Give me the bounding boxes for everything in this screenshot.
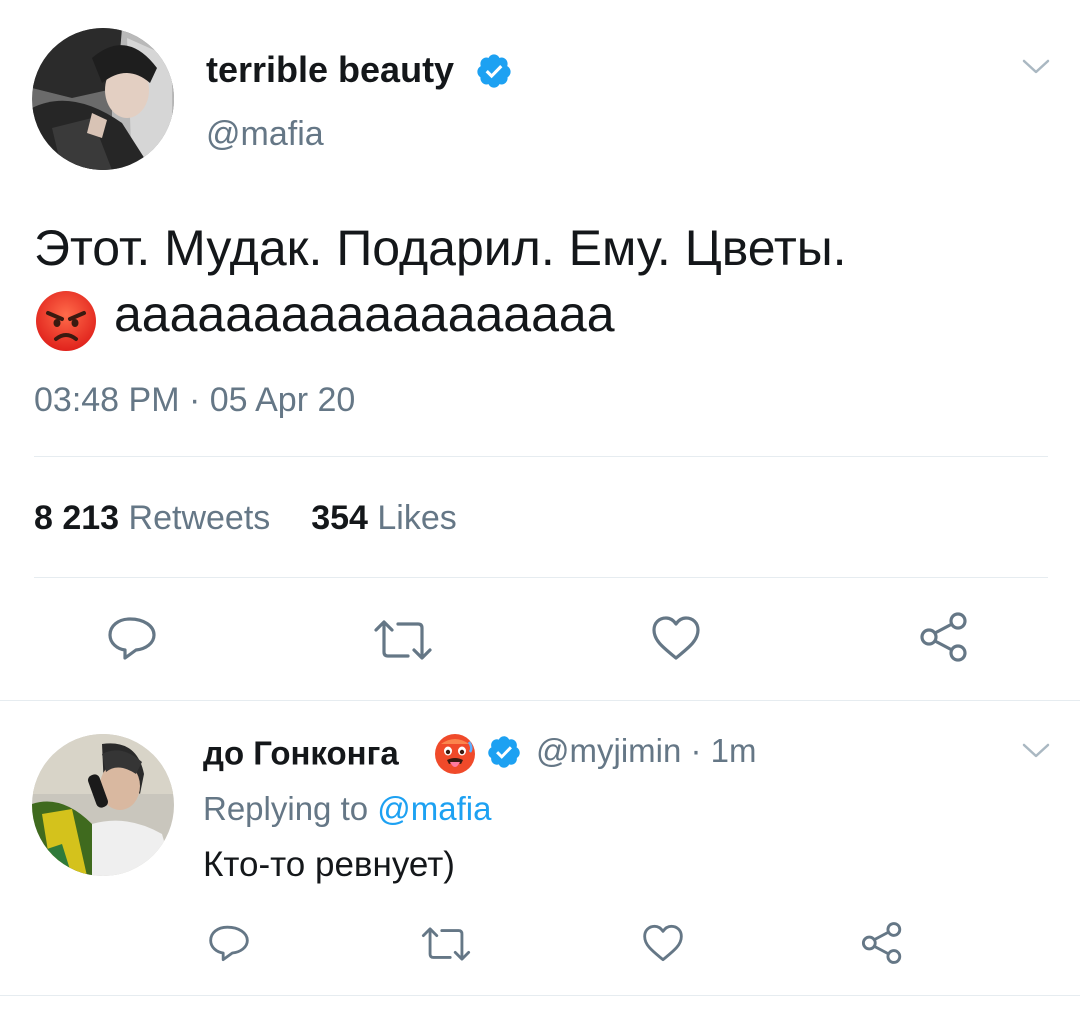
tweet-text-line1: Этот. Мудак. Подарил. Ему. Цветы. [34,220,847,276]
chevron-down-icon[interactable] [1020,740,1052,762]
share-icon[interactable] [918,610,970,664]
reply-icon[interactable] [207,923,251,963]
reply-author-name[interactable]: до Гонконга [203,734,399,771]
stats-row: 8 213 Retweets 354 Likes [34,496,457,540]
reply-handle-time: @myjimin · 1m [536,728,757,774]
retweet-icon[interactable] [420,925,472,963]
verified-badge-icon [486,734,522,770]
tweet-text-line2: aaaaaaaaaaaaaaaaaa [114,286,615,342]
divider [0,995,1080,996]
reply-time: · 1m [690,732,757,769]
retweets-label: Retweets [128,499,271,537]
verified-badge-icon [475,52,513,90]
reply-icon[interactable] [106,614,158,662]
chevron-down-icon[interactable] [1020,56,1052,78]
likes-stat[interactable]: 354 Likes [311,499,457,537]
heart-icon[interactable] [641,923,685,963]
reply-header: до Гонконга [203,728,399,774]
angry-face-emoji [34,289,98,353]
retweet-icon[interactable] [372,618,434,662]
divider [34,456,1048,457]
author-name[interactable]: terrible beauty [206,48,454,92]
retweets-stat[interactable]: 8 213 Retweets [34,499,280,537]
replying-to-label: Replying to [203,790,369,827]
reply-text: Кто-то ревнует) [203,845,455,884]
hot-face-emoji [433,732,477,776]
divider [0,700,1080,701]
heart-icon[interactable] [650,614,702,662]
likes-count: 354 [311,499,368,537]
reply-author-handle[interactable]: @myjimin [536,732,681,769]
reply-author-avatar[interactable] [32,734,174,876]
retweets-count: 8 213 [34,499,120,537]
tweet-timestamp: 03:48 PM · 05 Apr 20 [34,381,356,419]
replying-to: Replying to @mafia [203,786,491,832]
replying-to-handle[interactable]: @mafia [377,790,491,827]
author-handle[interactable]: @mafia [206,112,324,156]
divider [34,577,1048,578]
share-icon[interactable] [860,920,904,966]
author-avatar[interactable] [32,28,174,170]
likes-label: Likes [377,499,457,537]
